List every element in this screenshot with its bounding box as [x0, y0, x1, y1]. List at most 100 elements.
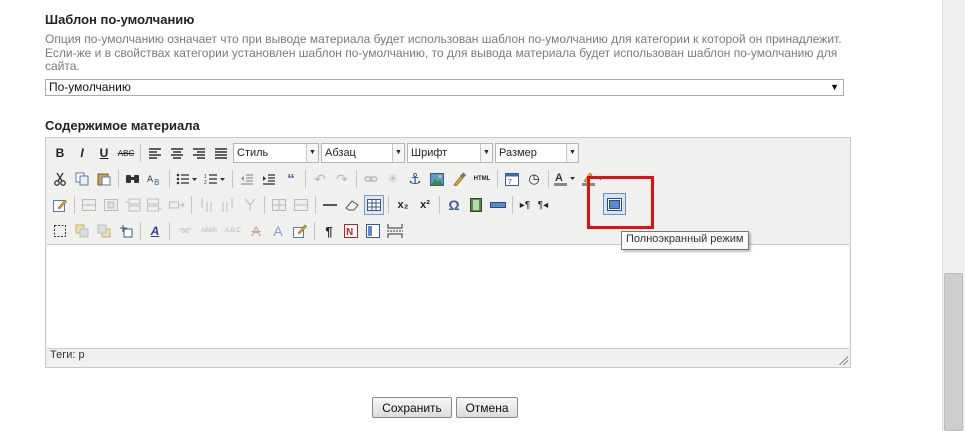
row-after-icon[interactable] — [145, 195, 165, 215]
align-right-icon[interactable] — [189, 143, 209, 163]
html-source-button[interactable]: HTML — [471, 169, 493, 189]
background-color-icon[interactable] — [581, 169, 607, 189]
font-dropdown[interactable]: Шрифт ▼ — [407, 143, 493, 163]
pagebreak-icon[interactable] — [385, 221, 405, 241]
unlink-icon[interactable]: ✳ — [383, 169, 403, 189]
anchor-icon[interactable]: ⚓ — [405, 169, 425, 189]
svg-text:7: 7 — [508, 179, 512, 186]
delete-row-icon[interactable] — [167, 195, 187, 215]
insert-date-icon[interactable]: 7 — [502, 169, 522, 189]
align-justify-icon[interactable] — [211, 143, 231, 163]
cleanup-icon[interactable] — [449, 169, 469, 189]
indent-icon[interactable] — [259, 169, 279, 189]
special-char-button[interactable]: Ω — [444, 195, 464, 215]
template-select[interactable]: По-умолчанию ▼ — [45, 79, 844, 96]
find-icon[interactable] — [123, 169, 143, 189]
size-dropdown[interactable]: Размер ▼ — [495, 143, 579, 163]
visual-chars-button[interactable]: ¶ — [319, 221, 339, 241]
cut-icon[interactable] — [50, 169, 70, 189]
undo-icon[interactable]: ↶ — [310, 169, 330, 189]
scrollbar-thumb[interactable] — [944, 273, 963, 431]
cancel-button[interactable]: Отмена — [456, 397, 518, 418]
delete-col-icon[interactable] — [240, 195, 260, 215]
col-before-icon[interactable] — [196, 195, 216, 215]
toolbar-separator — [512, 196, 513, 214]
image-icon[interactable] — [427, 169, 447, 189]
ltr-icon[interactable]: ▸¶ — [517, 195, 533, 215]
superscript-button[interactable]: x² — [415, 195, 435, 215]
numbered-list-icon[interactable]: 12 — [202, 169, 228, 189]
toolbar-row-2: AB 12 “ ↶ ↷ ✳ ⚓ HTML 7 ◷ A — [50, 167, 609, 191]
toolbar-separator — [305, 170, 306, 188]
italic-button[interactable]: I — [72, 143, 92, 163]
strikethrough-button[interactable]: ABC — [116, 143, 136, 163]
row-before-icon[interactable] — [123, 195, 143, 215]
svg-text:B: B — [154, 178, 160, 186]
cite-icon[interactable]: “66” — [174, 221, 196, 241]
align-left-icon[interactable] — [145, 143, 165, 163]
col-after-icon[interactable] — [218, 195, 238, 215]
text-color-icon[interactable]: A — [553, 169, 579, 189]
toolbar-separator — [74, 196, 75, 214]
split-cells-icon[interactable] — [269, 195, 289, 215]
format-dropdown-label: Абзац — [325, 147, 356, 159]
link-icon[interactable] — [361, 169, 381, 189]
attribs-icon[interactable] — [290, 221, 310, 241]
align-center-icon[interactable] — [167, 143, 187, 163]
toolbar-separator — [191, 196, 192, 214]
underline-button[interactable]: U — [94, 143, 114, 163]
nonbreak-icon[interactable]: N — [341, 221, 361, 241]
bullet-list-icon[interactable] — [174, 169, 200, 189]
blockquote-icon[interactable]: “ — [281, 169, 301, 189]
size-dropdown-label: Размер — [499, 147, 537, 159]
abbr-icon[interactable]: ABBR — [198, 221, 220, 241]
toolbar-separator — [118, 170, 119, 188]
replace-icon[interactable]: AB — [145, 169, 165, 189]
horizontal-rule-icon[interactable] — [320, 195, 340, 215]
format-dropdown[interactable]: Абзац ▼ — [321, 143, 405, 163]
layer-absolute-icon[interactable] — [101, 195, 121, 215]
toolbar-separator — [169, 170, 170, 188]
editor-status-path: Теги: p — [50, 349, 85, 361]
table-icon[interactable] — [364, 195, 384, 215]
insert-time-icon[interactable]: ◷ — [524, 169, 544, 189]
chevron-down-icon: ▼ — [566, 144, 578, 162]
move-backward-icon[interactable] — [94, 221, 114, 241]
content-section-title: Содержимое материала — [45, 118, 200, 133]
vertical-scrollbar[interactable] — [942, 0, 965, 431]
delete-text-icon[interactable]: A — [246, 221, 266, 241]
absolute-position-icon[interactable] — [116, 221, 136, 241]
toolbar-separator — [140, 222, 141, 240]
insert-text-icon[interactable]: A — [268, 221, 288, 241]
copy-icon[interactable] — [72, 169, 92, 189]
move-forward-icon[interactable] — [72, 221, 92, 241]
insert-layer-icon[interactable] — [50, 221, 70, 241]
outdent-icon[interactable] — [237, 169, 257, 189]
style-dropdown[interactable]: Стиль ▼ — [233, 143, 319, 163]
toolbar-separator — [356, 170, 357, 188]
resize-handle-icon[interactable] — [838, 355, 848, 365]
media-icon[interactable] — [466, 195, 486, 215]
acronym-icon[interactable]: A.B.C — [222, 221, 244, 241]
fullscreen-button[interactable] — [603, 193, 626, 215]
fullscreen-tooltip: Полноэкранный режим — [621, 231, 749, 250]
paste-icon[interactable] — [94, 169, 114, 189]
styles-icon[interactable]: A — [145, 221, 165, 241]
rich-text-editor: B I U ABC Стиль ▼ Абзац ▼ Шрифт ▼ Размер… — [45, 137, 851, 368]
redo-icon[interactable]: ↷ — [332, 169, 352, 189]
nonbreaking-icon[interactable] — [488, 195, 508, 215]
svg-text:2: 2 — [204, 180, 207, 185]
eraser-icon[interactable] — [342, 195, 362, 215]
subscript-button[interactable]: x₂ — [393, 195, 413, 215]
editor-content-area[interactable] — [47, 244, 849, 349]
toolbar-separator — [314, 222, 315, 240]
template-icon[interactable] — [363, 221, 383, 241]
layer-icon[interactable] — [79, 195, 99, 215]
save-button[interactable]: Сохранить — [372, 397, 452, 418]
rtl-icon[interactable]: ¶◂ — [535, 195, 551, 215]
merge-cells-icon[interactable] — [291, 195, 311, 215]
template-description: Опция по-умолчанию означает что при выво… — [45, 32, 842, 73]
edit-attributes-icon[interactable] — [50, 195, 70, 215]
toolbar-separator — [232, 170, 233, 188]
bold-button[interactable]: B — [50, 143, 70, 163]
